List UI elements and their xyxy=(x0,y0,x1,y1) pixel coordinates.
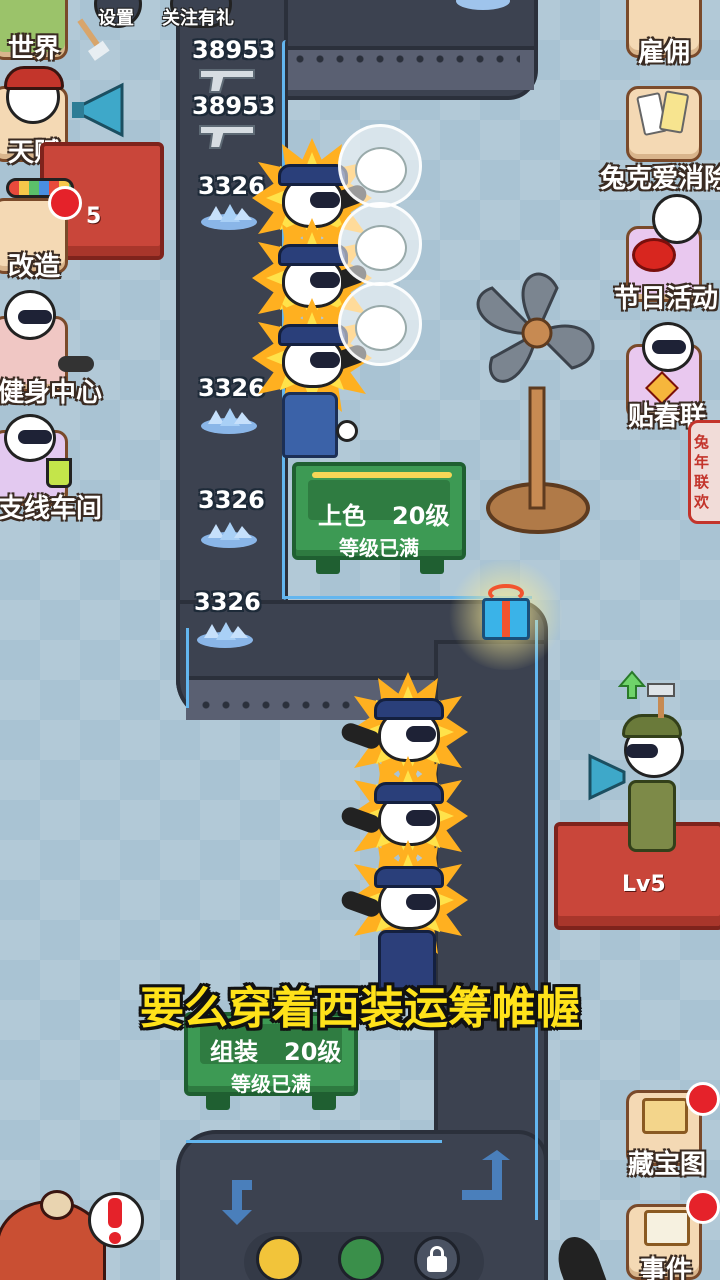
conveyor-belt-rivets xyxy=(290,54,520,64)
left-platform-level: 5 xyxy=(86,204,102,229)
gem-pile-icon xyxy=(201,522,257,548)
bunny-year-gala-label: 兔年联欢 xyxy=(694,433,710,511)
gem-pile-icon xyxy=(197,622,253,648)
treasure-map-notification-dot xyxy=(686,1082,720,1116)
recycle-icon[interactable] xyxy=(338,1236,384,1280)
machine-level: 20级 xyxy=(392,502,450,530)
bunny-visor xyxy=(18,310,52,324)
festival-event-label: 节日活动 xyxy=(614,284,719,314)
event-scroll-icon xyxy=(644,1210,690,1246)
bunny-product-bubble xyxy=(338,202,422,286)
bunny-product-bubble xyxy=(338,282,422,366)
bunny-tail xyxy=(336,420,358,442)
paint-machine[interactable]: 上色 20级 等级已满 xyxy=(292,462,466,560)
gift-box-icon[interactable] xyxy=(482,598,530,640)
conveyor-belt-edge xyxy=(284,46,534,90)
megaphone-icon xyxy=(588,753,626,801)
overalls xyxy=(282,392,338,458)
gun-counter: 38953 xyxy=(192,92,276,120)
exclamation-icon xyxy=(108,1198,122,1228)
bunny-product-bubble xyxy=(338,124,422,208)
pistol-icon xyxy=(199,69,255,93)
follow-reward-label: 关注有礼 xyxy=(162,8,234,29)
bunny-visor xyxy=(18,430,52,444)
pistol-icon xyxy=(199,125,255,149)
right-platform-level: Lv5 xyxy=(622,872,666,897)
video-subtitle: 要么穿着西装运筹帷幄 xyxy=(140,983,580,1034)
event-notification-dot xyxy=(686,1190,720,1224)
modify-label: 改造 xyxy=(8,252,61,282)
megaphone-icon xyxy=(72,82,124,138)
machine-leg xyxy=(420,556,444,574)
gem-pile-icon xyxy=(201,408,257,434)
gun-counter: 38953 xyxy=(192,36,276,64)
event-label: 事件 xyxy=(640,1256,693,1280)
army-uniform xyxy=(628,780,676,852)
machine-name: 上色 xyxy=(318,502,366,530)
side-workshop-label: 支线车间 xyxy=(0,494,103,524)
hire-label: 雇佣 xyxy=(638,38,691,68)
belt-arrow-icon xyxy=(222,1180,252,1225)
hat-pompom xyxy=(40,1190,74,1220)
machine-level: 20级 xyxy=(284,1038,342,1066)
electric-fan-icon xyxy=(476,272,595,534)
machine-leg xyxy=(316,556,340,574)
belt-guide-line xyxy=(530,620,538,1220)
black-bunny-ear xyxy=(550,1230,610,1280)
progress-stripe xyxy=(312,472,452,478)
treasure-map-label: 藏宝图 xyxy=(628,1150,707,1180)
machine-leg xyxy=(206,1092,230,1110)
blueprint-icon[interactable] xyxy=(256,1236,302,1280)
bunny-match-label: 兔克爱消除 xyxy=(600,164,720,194)
machine-name: 组装 xyxy=(210,1038,258,1066)
gift-bow xyxy=(488,584,524,602)
gem-counter: 3326 xyxy=(194,588,261,616)
gem-pile-icon xyxy=(201,204,257,230)
bunny-visor xyxy=(652,340,686,354)
belt-arrow-icon xyxy=(462,1150,510,1200)
lantern-bunny-icon xyxy=(652,194,702,244)
hammer-icon xyxy=(647,683,675,718)
belt-guide-line xyxy=(186,628,194,708)
gym-label: 健身中心 xyxy=(0,378,103,408)
exclamation-dot-icon xyxy=(109,1232,121,1244)
lock-body xyxy=(427,1256,447,1272)
machine-leg xyxy=(312,1092,336,1110)
gem-counter: 3326 xyxy=(198,486,265,514)
shovel-icon xyxy=(77,18,110,61)
red-hat-icon xyxy=(4,66,64,90)
world-label: 世界 xyxy=(8,34,61,64)
dumbbell-icon xyxy=(58,356,94,372)
treasure-map-icon xyxy=(642,1098,688,1134)
modify-notification-dot xyxy=(48,186,82,220)
bunny-visor xyxy=(626,744,658,758)
belt-guide-line xyxy=(186,1140,442,1150)
juice-cup-icon xyxy=(46,458,72,488)
red-lantern-icon xyxy=(632,238,676,272)
